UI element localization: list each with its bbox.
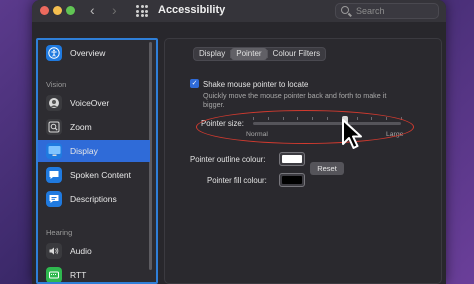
sidebar-item-voiceover[interactable]: VoiceOver bbox=[38, 92, 150, 114]
sidebar-item-zoom[interactable]: Zoom bbox=[38, 116, 150, 138]
sidebar-item-display[interactable]: Display bbox=[38, 140, 150, 162]
sidebar-item-spoken-content[interactable]: Spoken Content bbox=[38, 164, 150, 186]
sidebar-item-label: Audio bbox=[70, 246, 92, 256]
sidebar-item-rtt[interactable]: RTT bbox=[38, 264, 150, 282]
pointer-fill-colour-label: Pointer fill colour: bbox=[207, 176, 267, 185]
window-title: Accessibility bbox=[158, 4, 226, 16]
preferences-window: ‹ › Accessibility Search Overview Vision… bbox=[32, 0, 446, 284]
sidebar-section-hearing: Hearing bbox=[46, 228, 73, 237]
shake-pointer-description-line1: Quickly move the mouse pointer back and … bbox=[203, 91, 387, 100]
accessibility-icon bbox=[46, 45, 62, 61]
reset-button[interactable]: Reset bbox=[310, 162, 344, 175]
close-button[interactable] bbox=[40, 6, 49, 15]
pointer-outline-colour-swatch bbox=[282, 155, 302, 163]
sidebar-item-label: RTT bbox=[70, 270, 87, 280]
speaker-icon bbox=[46, 243, 62, 259]
back-chevron-icon[interactable]: ‹ bbox=[90, 2, 95, 18]
speech-bubble-icon bbox=[46, 167, 62, 183]
shake-pointer-description-line2: bigger. bbox=[203, 100, 225, 109]
tab-colour-filters[interactable]: Colour Filters bbox=[268, 48, 326, 60]
minimize-button[interactable] bbox=[53, 6, 62, 15]
sidebar-item-label: Zoom bbox=[70, 122, 92, 132]
show-all-grid-icon[interactable] bbox=[136, 5, 148, 17]
pointer-fill-colour-well[interactable] bbox=[279, 173, 305, 187]
pointer-outline-colour-label: Pointer outline colour: bbox=[190, 155, 266, 164]
rtt-icon bbox=[46, 267, 62, 282]
voiceover-icon bbox=[46, 95, 62, 111]
sidebar-item-descriptions[interactable]: Descriptions bbox=[38, 188, 150, 210]
annotation-highlight-ellipse bbox=[196, 110, 414, 144]
tab-display[interactable]: Display bbox=[194, 48, 230, 60]
forward-chevron-icon[interactable]: › bbox=[112, 2, 117, 18]
search-placeholder: Search bbox=[356, 6, 385, 16]
display-icon bbox=[46, 143, 62, 159]
sidebar-section-vision: Vision bbox=[46, 80, 67, 89]
sidebar-item-label: Overview bbox=[70, 48, 106, 58]
shake-pointer-label: Shake mouse pointer to locate bbox=[203, 80, 309, 89]
sidebar-item-label: Descriptions bbox=[70, 194, 117, 204]
sidebar-item-label: Display bbox=[70, 146, 98, 156]
descriptions-icon bbox=[46, 191, 62, 207]
sidebar-item-overview[interactable]: Overview bbox=[38, 42, 150, 64]
tab-bar: Display Pointer Colour Filters bbox=[193, 47, 327, 61]
zoom-icon bbox=[46, 119, 62, 135]
mouse-pointer-icon bbox=[342, 119, 362, 149]
search-icon bbox=[341, 6, 349, 14]
tab-pointer[interactable]: Pointer bbox=[231, 48, 267, 60]
pointer-fill-colour-swatch bbox=[282, 176, 302, 184]
zoom-button[interactable] bbox=[66, 6, 75, 15]
title-bar: ‹ › Accessibility Search bbox=[32, 0, 446, 22]
sidebar: Overview Vision VoiceOver Zoom Display S… bbox=[36, 38, 158, 284]
search-input[interactable]: Search bbox=[335, 3, 439, 19]
sidebar-item-label: VoiceOver bbox=[70, 98, 110, 108]
pointer-outline-colour-well[interactable] bbox=[279, 152, 305, 166]
shake-pointer-checkbox[interactable]: ✓ bbox=[190, 79, 199, 88]
sidebar-item-audio[interactable]: Audio bbox=[38, 240, 150, 262]
sidebar-item-label: Spoken Content bbox=[70, 170, 131, 180]
